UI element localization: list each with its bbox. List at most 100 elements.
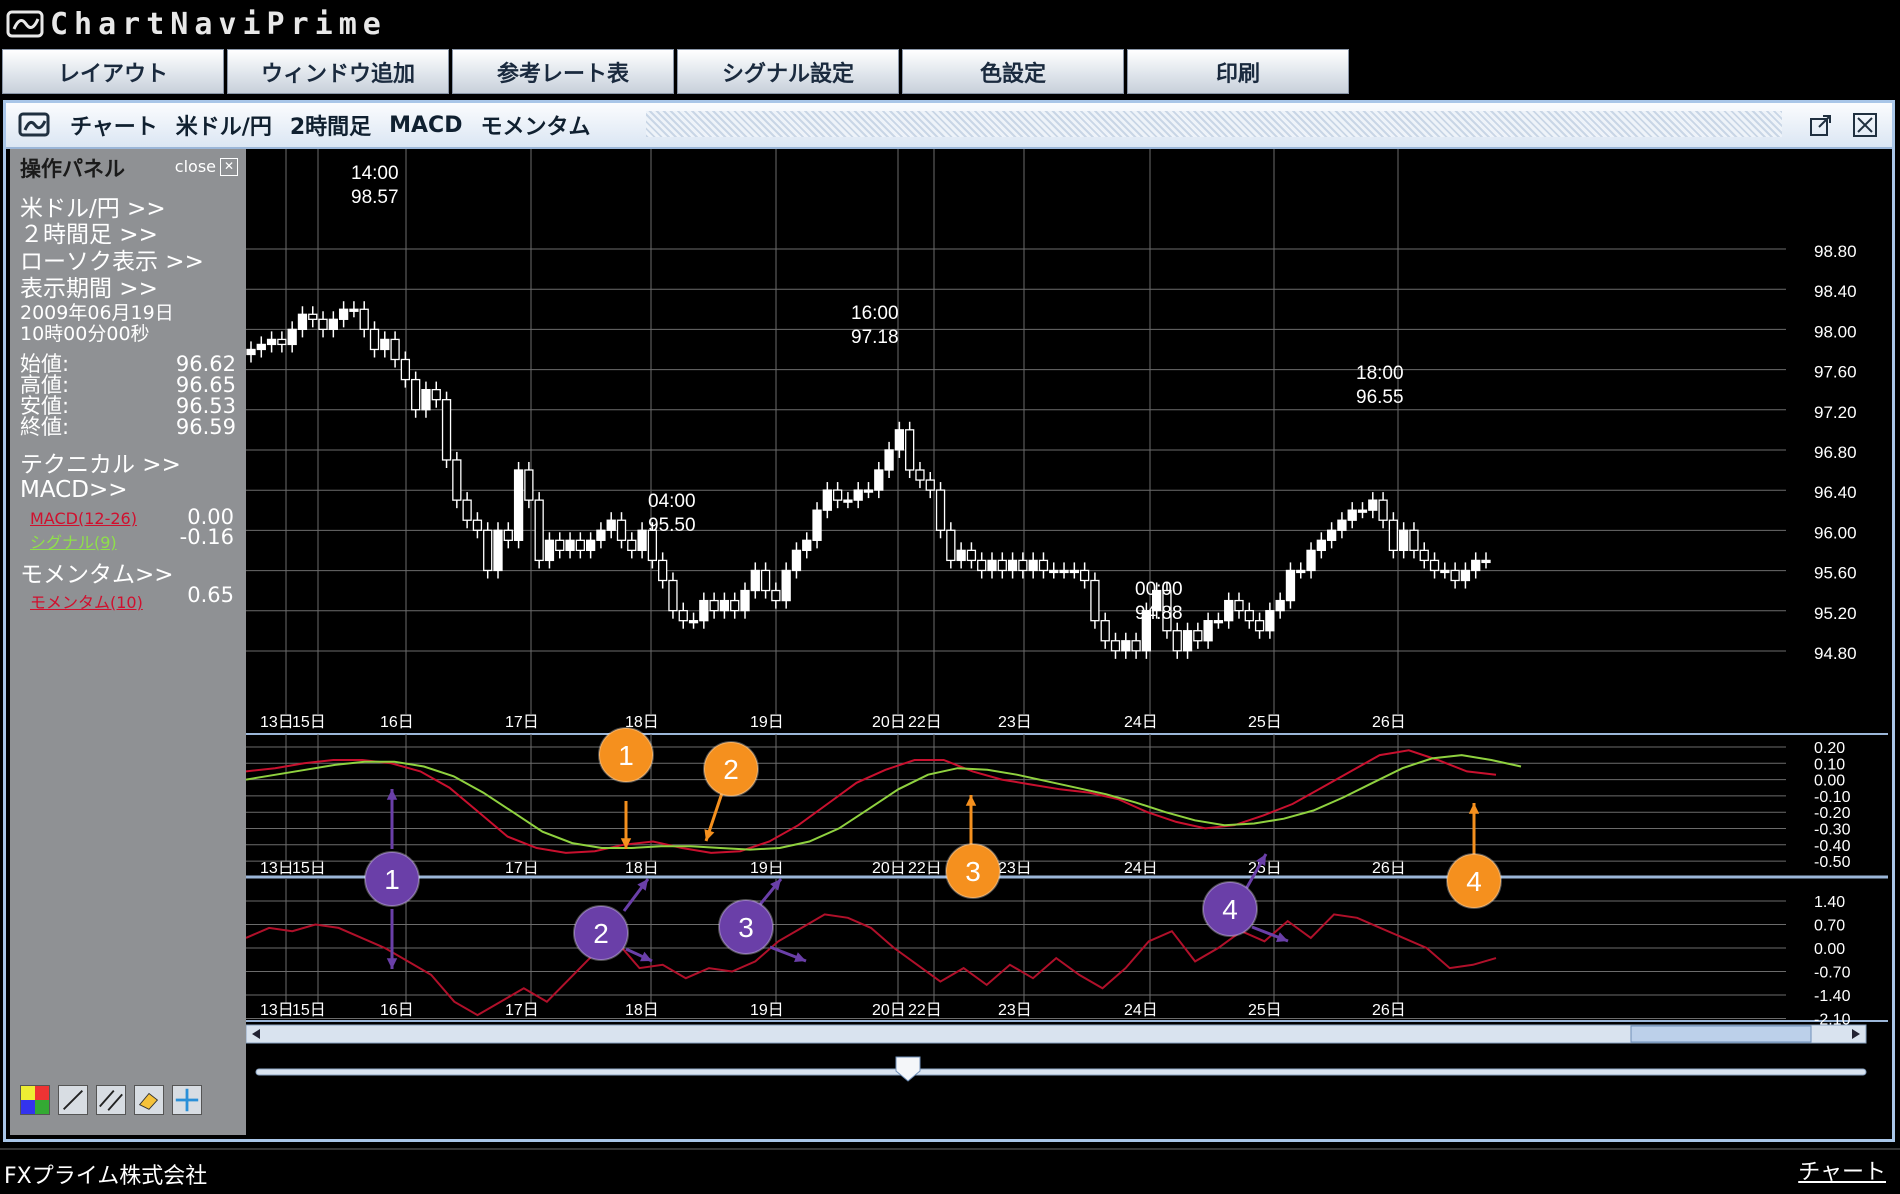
close-icon[interactable] — [1852, 112, 1878, 138]
momentum-tick-label: 0.70 — [1814, 918, 1845, 935]
macd-tick-label: 0.20 — [1814, 740, 1845, 757]
price-annotation-time: 14:00 — [351, 163, 399, 184]
chart-area[interactable]: 98.80 98.40 98.00 97.60 97.20 96.80 96.40 96.00… — [246, 149, 1888, 1137]
chart-logo-icon — [6, 10, 44, 38]
panel-close-button[interactable]: close ✕ — [175, 157, 238, 176]
candle-body — [1429, 559, 1440, 572]
momentum-indicator-label[interactable]: モメンタム(10) — [30, 589, 143, 613]
x-tick-label: 23日 — [998, 714, 1032, 731]
x-tick-label: 24日 — [1124, 860, 1158, 877]
price-annotation-value: 98.57 — [351, 187, 399, 208]
panel-link-period[interactable]: 表示期間 >> — [20, 269, 158, 303]
candle-body — [987, 559, 997, 572]
x-tick-label: 20日 — [872, 860, 906, 877]
macd-tick-label: -0.50 — [1814, 854, 1851, 871]
candle-body — [658, 559, 668, 582]
candle-body — [905, 429, 915, 471]
window-title-chart: チャート — [70, 115, 158, 140]
low-value: 96.53 — [175, 394, 236, 418]
candle-body — [390, 338, 400, 361]
panel-date: 2009年06月19日 — [20, 302, 174, 324]
candle-body — [503, 529, 513, 541]
panel-close-label: close — [174, 157, 216, 176]
menu-color-settings-button[interactable]: 色設定 — [902, 49, 1124, 94]
horizontal-scroll-track — [246, 1024, 1867, 1044]
color-palette-icon[interactable] — [20, 1085, 50, 1115]
app-logo-text: ChartNaviPrime — [50, 6, 387, 42]
menu-print-button[interactable]: 印刷 — [1127, 49, 1349, 94]
candle-body — [637, 529, 647, 552]
panel-close-row: 終値: 96.59 — [20, 417, 236, 438]
candle-body — [1203, 620, 1213, 642]
candle-body — [513, 469, 524, 541]
candle-body — [1450, 569, 1460, 582]
x-tick-label: 20日 — [872, 1002, 906, 1019]
candle-body — [781, 569, 791, 602]
candle-body — [771, 589, 781, 602]
candle-body — [1131, 640, 1141, 652]
price-tick-label: 95.60 — [1814, 564, 1857, 583]
titlebar-drag-area[interactable] — [646, 111, 1782, 137]
candle-body — [369, 328, 380, 351]
x-tick-label: 17日 — [505, 1002, 539, 1019]
macd-tick-label: -0.30 — [1814, 822, 1851, 839]
x-tick-label: 26日 — [1372, 860, 1406, 877]
menu-layout-button[interactable]: レイアウト — [2, 49, 224, 94]
candle-body — [266, 338, 277, 346]
candle-body — [874, 469, 884, 491]
candle-body — [1121, 640, 1131, 652]
candle-body — [843, 499, 853, 503]
candle-body — [1357, 509, 1368, 513]
candle-body — [1347, 509, 1357, 521]
price-tick-label: 97.20 — [1814, 403, 1857, 422]
panel-link-macd[interactable]: MACD>> — [20, 477, 128, 503]
chart-window-titlebar: チャート 米ドル/円 2時間足 MACD モメンタム — [6, 103, 1892, 149]
candle-body — [1460, 569, 1471, 582]
candle-body — [822, 489, 832, 511]
x-tick-label: 19日 — [750, 714, 784, 731]
x-tick-label: 18日 — [625, 1002, 659, 1019]
signal-indicator-label[interactable]: シグナル(9) — [30, 529, 117, 553]
horizontal-scroll-thumb — [1630, 1025, 1812, 1043]
candle-body — [1193, 630, 1203, 642]
candle-body — [956, 549, 966, 562]
candle-body — [750, 569, 760, 592]
x-tick-label: 15日 — [292, 1002, 326, 1019]
candle-body — [565, 539, 575, 552]
candle-body — [812, 509, 822, 541]
candle-body — [462, 499, 472, 521]
menu-add-window-button[interactable]: ウィンドウ追加 — [227, 49, 449, 94]
candle-body — [441, 399, 452, 461]
candle-body — [1409, 529, 1419, 552]
window-title-timeframe: 2時間足 — [289, 115, 372, 140]
candle-body — [1378, 499, 1388, 521]
candle-body — [1471, 559, 1481, 572]
panel-link-technical[interactable]: テクニカル >> — [20, 445, 181, 479]
candle-body — [1213, 620, 1224, 624]
menu-signal-settings-button[interactable]: シグナル設定 — [677, 49, 899, 94]
status-chart-link[interactable]: チャート — [1798, 1154, 1886, 1186]
candle-body — [1018, 559, 1028, 572]
candle-body — [1337, 519, 1347, 531]
candle-body — [832, 489, 843, 501]
window-title-pair: 米ドル/円 — [175, 115, 272, 140]
macd-tick-label: 0.10 — [1814, 756, 1845, 773]
x-tick-label: 16日 — [380, 714, 414, 731]
macd-indicator-label[interactable]: MACD(12-26) — [30, 509, 137, 528]
candle-body — [575, 539, 585, 552]
candle-body — [308, 313, 318, 320]
menu-rate-table-button[interactable]: 参考レート表 — [452, 49, 674, 94]
price-tick-label: 96.40 — [1814, 483, 1857, 502]
eraser-icon[interactable] — [134, 1085, 164, 1115]
candle-body — [730, 599, 740, 612]
panel-time: 10時00分00秒 — [20, 323, 150, 345]
macd-tick-label: 0.00 — [1814, 773, 1845, 790]
crosshair-icon[interactable] — [172, 1085, 202, 1115]
price-annotation-time: 04:00 — [648, 491, 696, 512]
popout-icon[interactable] — [1808, 112, 1834, 138]
trendline-icon[interactable] — [58, 1085, 88, 1115]
candle-body — [246, 348, 256, 356]
panel-link-momentum[interactable]: モメンタム>> — [20, 555, 174, 589]
x-tick-label: 13日 — [260, 714, 294, 731]
parallel-lines-icon[interactable] — [96, 1085, 126, 1115]
